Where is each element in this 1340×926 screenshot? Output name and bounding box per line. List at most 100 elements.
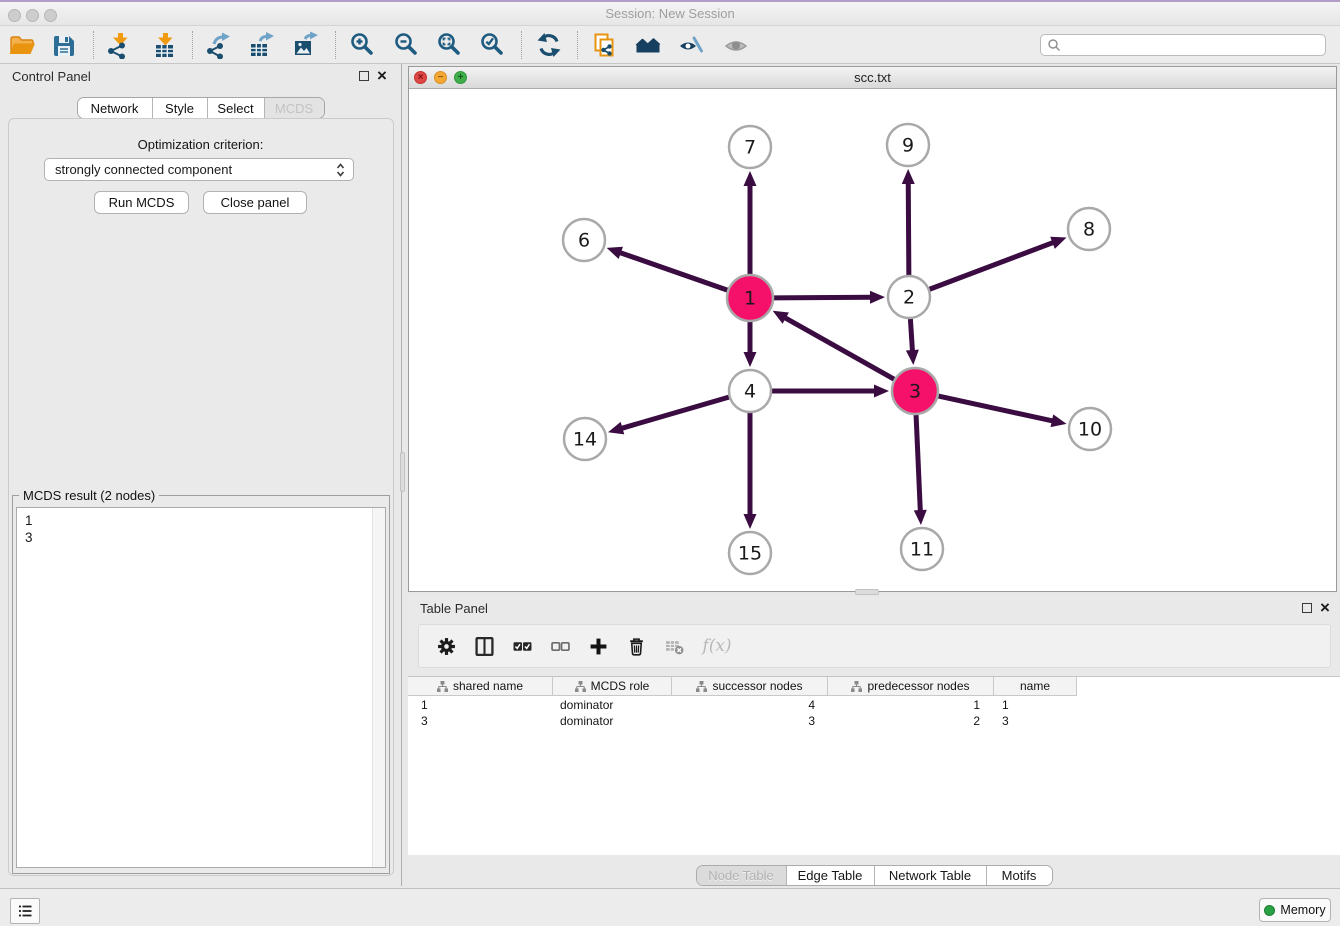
vertical-splitter-handle[interactable]	[400, 452, 405, 492]
graph-edge-3-1[interactable]	[784, 317, 894, 379]
graph-node-label: 6	[578, 230, 590, 252]
cell-successor-nodes[interactable]: 3	[672, 713, 828, 729]
graph-node-label: 7	[744, 137, 756, 159]
column-header-name[interactable]: name	[994, 677, 1077, 696]
network-canvas[interactable]: 7968124314101511	[409, 89, 1336, 592]
close-panel-icon[interactable]: ×	[377, 65, 387, 87]
tab-network-table[interactable]: Network Table	[874, 866, 986, 885]
deselect-all-icon[interactable]	[549, 635, 571, 657]
graph-edge-arrow-4-3	[874, 385, 889, 398]
duplicate-network-icon[interactable]	[587, 28, 621, 62]
graph-edge-2-9[interactable]	[908, 182, 909, 275]
graph-edge-1-2[interactable]	[774, 297, 872, 298]
tab-node-table[interactable]: Node Table	[697, 866, 786, 885]
export-network-icon[interactable]	[201, 28, 235, 62]
mcds-result-title: MCDS result (2 nodes)	[19, 488, 159, 503]
table-panel-title: Table Panel	[420, 601, 488, 616]
tab-network[interactable]: Network	[78, 98, 152, 118]
show-panels-button[interactable]	[10, 898, 40, 924]
control-panel-tabs: Network Style Select MCDS	[77, 97, 325, 119]
zoom-in-icon[interactable]	[345, 28, 379, 62]
export-image-icon[interactable]	[288, 28, 322, 62]
graph-edge-2-8[interactable]	[930, 242, 1055, 289]
control-panel: Control Panel × Network Style Select MCD…	[0, 64, 402, 886]
mcds-result-group: MCDS result (2 nodes) 1 3	[12, 495, 390, 874]
criterion-dropdown[interactable]: strongly connected component	[44, 158, 354, 181]
apply-layout-icon[interactable]	[532, 28, 566, 62]
cell-shared-name[interactable]: 1	[408, 697, 553, 713]
horizontal-splitter-handle[interactable]	[855, 589, 879, 595]
cell-shared-name[interactable]: 3	[408, 713, 553, 729]
zoom-fit-icon[interactable]	[432, 28, 466, 62]
settings-gear-icon[interactable]	[435, 635, 457, 657]
column-type-icon	[696, 681, 707, 692]
cell-name[interactable]: 1	[994, 697, 1077, 713]
first-neighbors-icon[interactable]	[631, 28, 665, 62]
graph-edge-2-3[interactable]	[910, 319, 912, 352]
network-window-title: scc.txt	[409, 70, 1336, 85]
function-builder-icon: f(x)	[701, 635, 733, 657]
cell-predecessor-nodes[interactable]: 2	[828, 713, 994, 729]
tab-select[interactable]: Select	[207, 98, 264, 118]
column-header-mcds-role[interactable]: MCDS role	[553, 677, 672, 696]
float-panel-icon[interactable]	[1302, 603, 1312, 613]
zoom-out-icon[interactable]	[389, 28, 423, 62]
search-box[interactable]	[1040, 34, 1326, 56]
graph-edge-arrow-2-9	[902, 169, 915, 184]
show-column-panel-icon[interactable]	[473, 635, 495, 657]
graph-node-label: 4	[744, 381, 756, 403]
cell-mcds-role[interactable]: dominator	[553, 713, 672, 729]
float-panel-icon[interactable]	[359, 71, 369, 81]
table-row[interactable]: 3 dominator 3 2 3	[408, 713, 1077, 729]
open-file-icon[interactable]	[5, 28, 39, 62]
graph-edge-3-10[interactable]	[938, 396, 1053, 421]
hide-selected-icon[interactable]	[674, 28, 708, 62]
select-all-icon[interactable]	[511, 635, 533, 657]
column-type-icon	[851, 681, 862, 692]
table-panel: Table Panel ×	[408, 596, 1340, 886]
mcds-result-list[interactable]: 1 3	[16, 507, 386, 868]
network-window-titlebar[interactable]: × − + scc.txt	[409, 67, 1336, 89]
tab-style[interactable]: Style	[152, 98, 207, 118]
export-table-icon[interactable]	[244, 28, 278, 62]
cell-name[interactable]: 3	[994, 713, 1077, 729]
result-scrollbar[interactable]	[372, 508, 385, 867]
column-label: predecessor nodes	[867, 679, 969, 693]
cell-predecessor-nodes[interactable]: 1	[828, 697, 994, 713]
graph-node-label: 10	[1078, 419, 1102, 441]
column-header-predecessor-nodes[interactable]: predecessor nodes	[828, 677, 994, 696]
table-toolbar: f(x)	[418, 624, 1331, 668]
tab-edge-table[interactable]: Edge Table	[786, 866, 874, 885]
zoom-selected-icon[interactable]	[475, 28, 509, 62]
column-header-successor-nodes[interactable]: successor nodes	[672, 677, 828, 696]
close-panel-button[interactable]: Close panel	[203, 191, 307, 214]
add-column-icon[interactable]	[587, 635, 609, 657]
graph-edge-3-11[interactable]	[916, 415, 920, 512]
close-panel-icon[interactable]: ×	[1320, 597, 1330, 619]
toolbar-separator	[577, 31, 578, 59]
delete-column-icon[interactable]	[625, 635, 647, 657]
cell-successor-nodes[interactable]: 4	[672, 697, 828, 713]
cell-mcds-role[interactable]: dominator	[553, 697, 672, 713]
table-row[interactable]: 1 dominator 4 1 1	[408, 697, 1077, 713]
run-mcds-button[interactable]: Run MCDS	[94, 191, 189, 214]
graph-edge-arrow-4-15	[744, 514, 757, 529]
graph-edge-arrow-1-2	[870, 291, 885, 304]
graph-edge-arrow-1-7	[744, 171, 757, 186]
import-table-icon[interactable]	[148, 28, 182, 62]
import-network-icon[interactable]	[102, 28, 136, 62]
search-input[interactable]	[1061, 38, 1325, 52]
status-bar: Memory	[0, 888, 1340, 926]
memory-button[interactable]: Memory	[1259, 898, 1331, 922]
tab-mcds[interactable]: MCDS	[264, 98, 324, 118]
graph-edge-4-14[interactable]	[621, 397, 729, 429]
tab-motifs[interactable]: Motifs	[986, 866, 1052, 885]
column-header-shared-name[interactable]: shared name	[408, 677, 553, 696]
criterion-dropdown-value: strongly connected component	[55, 162, 336, 177]
toolbar-separator	[93, 31, 94, 59]
control-panel-title: Control Panel	[12, 69, 91, 84]
mcds-result-line: 3	[25, 529, 385, 546]
graph-node-label: 1	[744, 288, 756, 310]
graph-edge-1-6[interactable]	[619, 252, 727, 290]
save-session-icon[interactable]	[47, 28, 81, 62]
